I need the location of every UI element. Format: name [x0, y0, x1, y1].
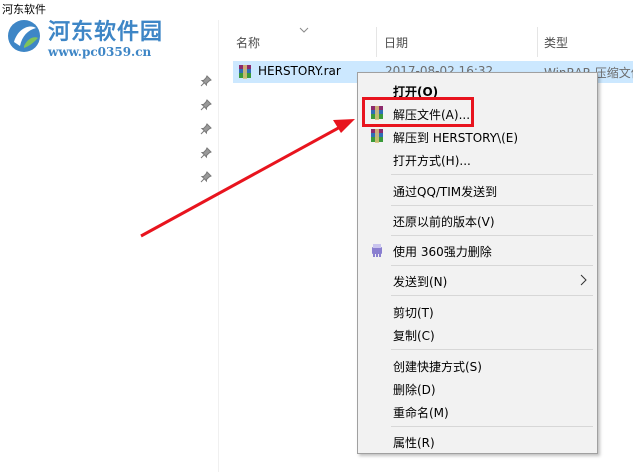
menu-separator: [391, 174, 593, 175]
360-shred-icon: [372, 244, 382, 257]
pin-icon[interactable]: [200, 147, 212, 159]
menu-item-cut[interactable]: 剪切(T): [360, 300, 595, 322]
context-menu: 打开(O) 解压文件(A)... 解压到 HERSTORY\(E) 打开方式(H…: [357, 72, 598, 454]
menu-item-delete[interactable]: 删除(D): [360, 377, 595, 399]
highlight-box: [362, 97, 474, 127]
column-header-date[interactable]: 日期: [384, 27, 408, 57]
chevron-right-icon: [580, 274, 587, 286]
column-separator[interactable]: [537, 27, 538, 57]
file-name[interactable]: HERSTORY.rar: [258, 64, 341, 78]
menu-item-restore-previous-versions[interactable]: 还原以前的版本(V): [360, 209, 595, 231]
menu-item-create-shortcut[interactable]: 创建快捷方式(S): [360, 354, 595, 376]
menu-separator: [391, 235, 593, 236]
menu-item-360-force-delete[interactable]: 使用 360强力删除: [360, 239, 595, 261]
menu-item-send-via-qq[interactable]: 通过QQ/TIM发送到: [360, 179, 595, 201]
menu-separator: [391, 426, 593, 427]
winrar-icon: [371, 129, 383, 143]
sort-chevron-icon: [299, 27, 309, 33]
menu-item-copy[interactable]: 复制(C): [360, 323, 595, 345]
menu-item-rename[interactable]: 重命名(M): [360, 400, 595, 422]
menu-item-open-with[interactable]: 打开方式(H)...: [360, 148, 595, 170]
pin-icon[interactable]: [200, 99, 212, 111]
column-separator[interactable]: [376, 27, 377, 57]
menu-separator: [391, 295, 593, 296]
menu-separator: [391, 205, 593, 206]
column-header-name[interactable]: 名称: [236, 27, 260, 57]
menu-separator: [391, 349, 593, 350]
column-header-type[interactable]: 类型: [544, 27, 568, 57]
pin-icon[interactable]: [200, 123, 212, 135]
pane-divider[interactable]: [218, 20, 219, 472]
pin-icon[interactable]: [200, 75, 212, 87]
navigation-pane: [0, 20, 218, 472]
menu-item-properties[interactable]: 属性(R): [360, 430, 595, 452]
menu-item-send-to[interactable]: 发送到(N): [360, 269, 595, 291]
winrar-archive-icon: [239, 65, 251, 79]
menu-item-extract-to-folder[interactable]: 解压到 HERSTORY\(E): [360, 125, 595, 147]
file-explorer-window: 河东软件 河东软件园 www.pc0359.cn 名称 日期 类型 HERSTO…: [0, 0, 633, 472]
menu-separator: [391, 265, 593, 266]
pin-icon[interactable]: [200, 171, 212, 183]
